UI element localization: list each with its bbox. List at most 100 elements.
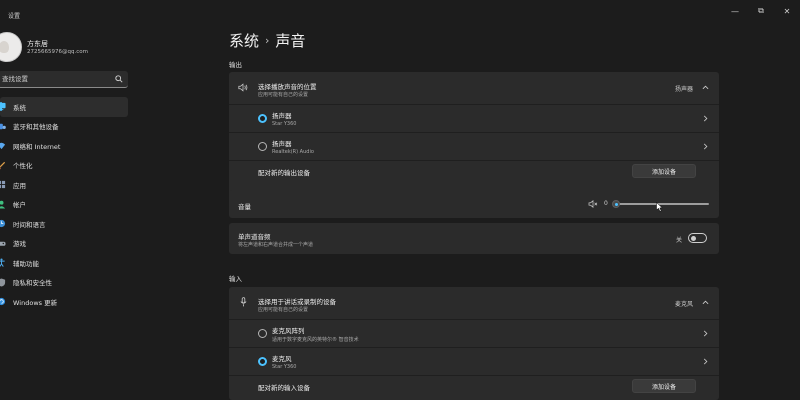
profile-name: 方东居: [27, 40, 48, 48]
update-icon: [0, 297, 6, 306]
output-choose-title: 选择播放声音的位置: [258, 83, 317, 91]
chevron-right-icon[interactable]: [703, 358, 710, 365]
bluetooth-icon: [0, 122, 6, 131]
input-device-name: 麦克风: [272, 355, 292, 363]
output-device-name: 扬声器: [272, 112, 292, 120]
sidebar-item-label: 辅助功能: [13, 259, 39, 268]
chevron-up-icon[interactable]: [702, 85, 709, 92]
sidebar-item-network[interactable]: 网络和 Internet: [0, 136, 135, 156]
window-controls: — ⧉ ✕: [722, 0, 800, 22]
input-device-detail: Star Y360: [272, 364, 297, 370]
sidebar-item-windows-update[interactable]: Windows 更新: [0, 292, 135, 312]
output-selected-value: 扬声器: [675, 86, 694, 93]
mono-audio-row: 单声道音频 将左声道和右声道合并成一个声道 关: [229, 223, 719, 254]
sidebar-item-accounts[interactable]: 帐户: [0, 195, 135, 215]
muted-speaker-icon[interactable]: [588, 200, 598, 208]
sidebar-item-personalization[interactable]: 个性化: [0, 156, 135, 176]
mono-audio-toggle[interactable]: [688, 233, 707, 243]
mouse-cursor-icon: [656, 202, 664, 213]
input-device-item[interactable]: 麦克风 Star Y360: [229, 348, 719, 375]
sidebar-item-label: 时间和语言: [13, 220, 46, 229]
mono-audio-state: 关: [676, 237, 683, 244]
output-choose-row[interactable]: 选择播放声音的位置 应用可能有自己的设置 扬声器: [229, 72, 719, 104]
input-device-detail: 适用于数字麦克风的英特尔® 智音技术: [272, 337, 359, 343]
sidebar-item-time-language[interactable]: 时间和语言: [0, 214, 135, 234]
sidebar-item-label: 系统: [13, 103, 26, 112]
mono-audio-subtitle: 将左声道和右声道合并成一个声道: [238, 242, 314, 248]
input-device-radio[interactable]: [258, 329, 267, 338]
monitor-icon: [0, 102, 6, 111]
output-device-item[interactable]: 扬声器 Realtek(R) Audio: [229, 133, 719, 160]
speaker-icon: [238, 83, 248, 92]
output-device-detail: Realtek(R) Audio: [272, 149, 314, 155]
title-bar: 设置 — ⧉ ✕: [0, 0, 800, 26]
sidebar-item-accessibility[interactable]: 辅助功能: [0, 253, 135, 273]
search-box[interactable]: [0, 71, 128, 88]
mono-audio-title: 单声道音频: [238, 233, 271, 241]
app-title: 设置: [8, 13, 21, 20]
close-button[interactable]: ✕: [774, 0, 800, 22]
breadcrumb-parent[interactable]: 系统: [229, 32, 259, 50]
sidebar-item-label: Windows 更新: [13, 298, 58, 307]
chevron-right-icon[interactable]: [703, 330, 710, 337]
output-device-item[interactable]: 扬声器 Star Y360: [229, 105, 719, 132]
input-device-name: 麦克风阵列: [272, 327, 305, 335]
chevron-up-icon[interactable]: [702, 300, 709, 307]
output-device-radio[interactable]: [258, 114, 267, 123]
accessibility-icon: [0, 258, 6, 267]
profile-email: 2725665976@qq.com: [27, 49, 88, 55]
main-content: 系统 › 声音 输出 选择播放声音的位置 应用可能有自己的设置 扬声器 扬声器 St…: [229, 26, 719, 400]
output-device-name: 扬声器: [272, 140, 292, 148]
apps-icon: [0, 180, 6, 189]
output-section-label: 输出: [229, 61, 242, 69]
add-input-device-button[interactable]: 添加设备: [632, 379, 696, 393]
input-pair-label: 配对新的输入设备: [258, 384, 310, 392]
user-profile[interactable]: 方东居 2725665976@qq.com: [0, 32, 135, 66]
sidebar-item-system[interactable]: 系统: [0, 97, 128, 117]
input-choose-row[interactable]: 选择用于讲话或录制的设备 应用可能有自己的设置 麦克风: [229, 287, 719, 319]
input-choose-subtitle: 应用可能有自己的设置: [258, 307, 309, 313]
sidebar-item-label: 应用: [13, 181, 26, 190]
search-input[interactable]: [2, 74, 102, 84]
maximize-button[interactable]: ⧉: [748, 0, 774, 22]
input-selected-value: 麦克风: [675, 301, 694, 308]
input-choose-title: 选择用于讲话或录制的设备: [258, 298, 336, 306]
sidebar-item-label: 帐户: [13, 201, 26, 210]
chevron-right-icon[interactable]: [703, 143, 710, 150]
input-device-radio[interactable]: [258, 357, 267, 366]
brush-icon: [0, 161, 6, 170]
shield-icon: [0, 277, 6, 287]
sidebar-item-label: 游戏: [13, 240, 26, 249]
output-device-detail: Star Y360: [272, 121, 297, 127]
wifi-icon: [0, 141, 6, 150]
page-title: 声音: [275, 32, 306, 50]
breadcrumb: 系统 › 声音: [229, 30, 305, 51]
sidebar-item-label: 蓝牙和其他设备: [13, 123, 59, 132]
chevron-right-icon[interactable]: [703, 115, 710, 122]
output-device-radio[interactable]: [258, 142, 267, 151]
input-device-card: 选择用于讲话或录制的设备 应用可能有自己的设置 麦克风 麦克风阵列 适用于数字麦…: [229, 287, 719, 400]
input-section-label: 输入: [229, 275, 242, 283]
input-device-item[interactable]: 麦克风阵列 适用于数字麦克风的英特尔® 智音技术: [229, 320, 719, 347]
volume-label: 音量: [238, 203, 251, 211]
minimize-button[interactable]: —: [722, 0, 748, 22]
sidebar-item-apps[interactable]: 应用: [0, 175, 135, 195]
output-pair-row: 配对新的输出设备 添加设备: [229, 161, 719, 183]
microphone-icon: [240, 297, 247, 307]
input-pair-row: 配对新的输入设备 添加设备: [229, 376, 719, 398]
volume-value: 0: [604, 200, 608, 207]
sidebar-item-label: 隐私和安全性: [13, 279, 52, 288]
sidebar-item-label: 个性化: [13, 162, 33, 171]
avatar: [0, 32, 22, 62]
volume-slider-thumb[interactable]: [612, 200, 620, 208]
breadcrumb-separator: ›: [265, 34, 270, 47]
sidebar-item-bluetooth[interactable]: 蓝牙和其他设备: [0, 117, 135, 137]
search-icon[interactable]: [115, 75, 123, 83]
sidebar-item-privacy[interactable]: 隐私和安全性: [0, 273, 135, 293]
volume-row: 音量 0: [229, 190, 719, 218]
add-output-device-button[interactable]: 添加设备: [632, 164, 696, 178]
sidebar-item-gaming[interactable]: 游戏: [0, 234, 135, 254]
output-choose-subtitle: 应用可能有自己的设置: [258, 92, 309, 98]
sidebar-item-label: 网络和 Internet: [13, 142, 61, 151]
output-pair-label: 配对新的输出设备: [258, 169, 310, 177]
